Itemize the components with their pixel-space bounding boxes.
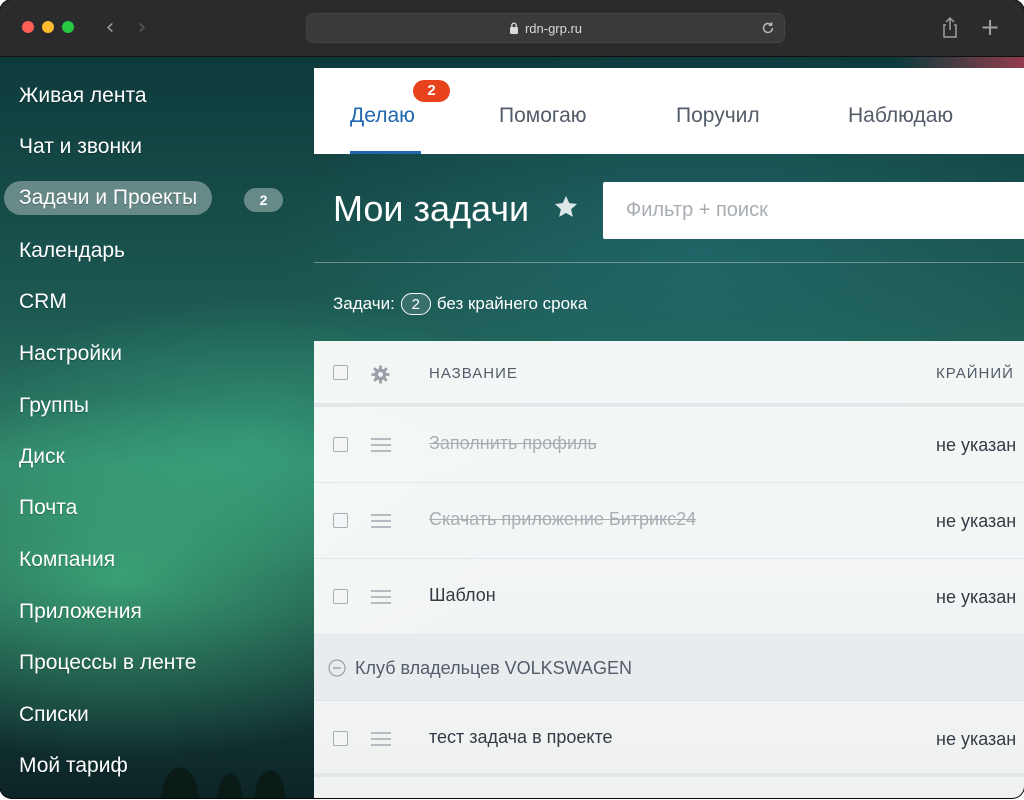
address-bar[interactable]: rdn-grp.ru	[306, 13, 785, 43]
browser-toolbar: ‹ › rdn-grp.ru +	[0, 0, 1024, 57]
task-title-link[interactable]: тест задача в проекте	[429, 727, 613, 748]
tab-doing[interactable]: Делаю	[350, 68, 415, 154]
task-counters: Задачи: 2 без крайнего срока	[333, 291, 587, 317]
column-header-deadline[interactable]: КРАЙНИЙ	[936, 341, 1014, 407]
left-menu: Живая лента Чат и звонки Задачи и Проект…	[0, 57, 314, 798]
gear-icon[interactable]	[371, 365, 390, 384]
row-checkbox[interactable]	[333, 513, 348, 528]
table-row[interactable]: Заполнить профиль не указан	[314, 407, 1024, 483]
tab-assigned[interactable]: Поручил	[676, 68, 760, 154]
select-all-checkbox[interactable]	[333, 365, 348, 380]
menu-item-groups[interactable]: Группы	[19, 390, 89, 422]
lock-icon	[509, 22, 519, 34]
drag-handle-icon[interactable]	[371, 514, 391, 528]
forward-arrow-icon[interactable]: ›	[130, 14, 154, 42]
menu-item-crm[interactable]: CRM	[19, 286, 67, 318]
address-text: rdn-grp.ru	[524, 20, 583, 36]
no-deadline-label[interactable]: без крайнего срока	[437, 291, 588, 317]
window-controls	[22, 21, 74, 33]
menu-item-tasks-counter: 2	[244, 188, 283, 212]
row-checkbox[interactable]	[333, 731, 348, 746]
tab-watching[interactable]: Наблюдаю	[848, 68, 953, 154]
task-deadline[interactable]: не указан	[936, 587, 1016, 608]
menu-item-apps[interactable]: Приложения	[19, 596, 142, 628]
menu-item-lists[interactable]: Списки	[19, 699, 89, 731]
filter-search-input[interactable]	[603, 182, 1024, 239]
no-deadline-count[interactable]: 2	[400, 293, 431, 315]
tab-helping[interactable]: Помогаю	[499, 68, 587, 154]
close-window-button[interactable]	[22, 21, 34, 33]
menu-item-calendar[interactable]: Календарь	[19, 235, 125, 267]
project-group-row[interactable]: Клуб владельцев VOLKSWAGEN	[314, 635, 1024, 701]
task-deadline[interactable]: не указан	[936, 729, 1016, 750]
collapse-minus-icon[interactable]	[328, 659, 346, 677]
task-title-link[interactable]: Заполнить профиль	[429, 433, 597, 454]
counters-label: Задачи:	[333, 294, 395, 313]
drag-handle-icon[interactable]	[371, 732, 391, 746]
menu-item-live-feed[interactable]: Живая лента	[19, 80, 147, 112]
table-row[interactable]: тест задача в проекте не указан	[314, 701, 1024, 777]
browser-window: ‹ › rdn-grp.ru + Живая лента Чат и звонк…	[0, 0, 1024, 798]
task-role-tabs: Делаю 2 Помогаю Поручил Наблюдаю	[314, 68, 1024, 154]
table-row[interactable]: Скачать приложение Битрикс24 не указан	[314, 483, 1024, 559]
row-checkbox[interactable]	[333, 437, 348, 452]
task-grid: НАЗВАНИЕ КРАЙНИЙ Заполнить профиль не ук…	[314, 341, 1024, 798]
table-row[interactable]: Шаблон не указан	[314, 559, 1024, 635]
drag-handle-icon[interactable]	[371, 590, 391, 604]
task-deadline[interactable]: не указан	[936, 435, 1016, 456]
menu-item-chat[interactable]: Чат и звонки	[19, 131, 142, 163]
active-tab-indicator	[350, 151, 421, 154]
share-icon[interactable]	[939, 16, 961, 40]
divider	[314, 262, 1024, 263]
menu-item-company[interactable]: Компания	[19, 544, 115, 576]
zoom-window-button[interactable]	[62, 21, 74, 33]
new-tab-icon[interactable]: +	[979, 15, 1001, 40]
project-group-name[interactable]: Клуб владельцев VOLKSWAGEN	[355, 635, 632, 701]
page-title: Мои задачи	[333, 188, 530, 229]
task-title-link[interactable]: Скачать приложение Битрикс24	[429, 509, 696, 530]
reload-icon[interactable]	[760, 20, 776, 36]
minimize-window-button[interactable]	[42, 21, 54, 33]
row-checkbox[interactable]	[333, 589, 348, 604]
favorite-star-icon[interactable]	[552, 193, 580, 221]
drag-handle-icon[interactable]	[371, 438, 391, 452]
menu-item-settings[interactable]: Настройки	[19, 338, 122, 370]
portal-content: Живая лента Чат и звонки Задачи и Проект…	[0, 57, 1024, 798]
task-deadline[interactable]: не указан	[936, 511, 1016, 532]
menu-item-disk[interactable]: Диск	[19, 441, 65, 473]
menu-item-mail[interactable]: Почта	[19, 492, 77, 524]
back-arrow-icon[interactable]: ‹	[98, 14, 122, 42]
column-header-title[interactable]: НАЗВАНИЕ	[429, 341, 518, 407]
menu-item-tasks[interactable]: Задачи и Проекты	[4, 181, 213, 215]
menu-item-processes[interactable]: Процессы в ленте	[19, 647, 196, 679]
menu-item-tariff[interactable]: Мой тариф	[19, 750, 128, 782]
grid-header: НАЗВАНИЕ КРАЙНИЙ	[314, 341, 1024, 407]
task-title-link[interactable]: Шаблон	[429, 585, 496, 606]
tab-doing-badge: 2	[413, 80, 450, 102]
